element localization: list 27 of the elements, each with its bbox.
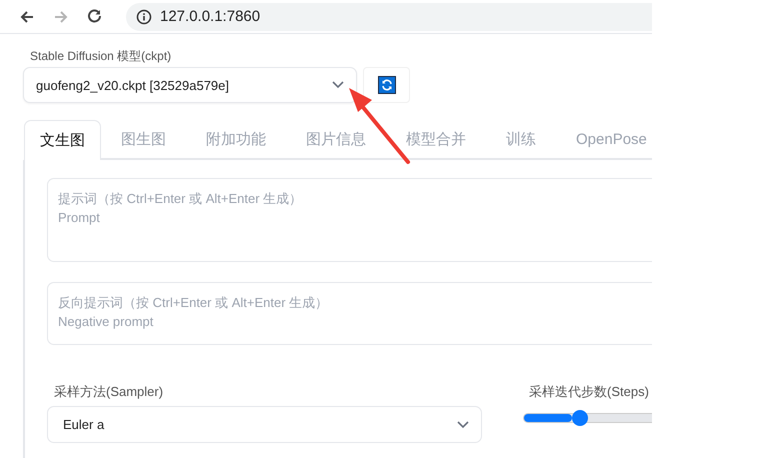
address-bar[interactable]: 127.0.0.1:7860 bbox=[126, 2, 652, 30]
tab[interactable]: OpenPose bbox=[556, 120, 648, 158]
tab[interactable]: 模型合并 bbox=[386, 120, 486, 158]
tab[interactable]: 图片信息 bbox=[286, 120, 386, 158]
sampler-label: 采样方法(Sampler) bbox=[54, 383, 164, 401]
chevron-down-icon bbox=[332, 81, 344, 89]
tab[interactable]: 附加功能 bbox=[186, 120, 286, 158]
reload-icon bbox=[86, 8, 104, 26]
chevron-down-icon bbox=[457, 420, 469, 428]
slider-thumb[interactable] bbox=[572, 410, 588, 426]
url-text: 127.0.0.1:7860 bbox=[160, 8, 260, 25]
sampler-dropdown[interactable]: Euler a bbox=[47, 406, 482, 443]
steps-slider[interactable] bbox=[523, 413, 652, 423]
prompt-label: 提示词（按 Ctrl+Enter 或 Alt+Enter 生成） bbox=[58, 190, 304, 208]
prompt-field[interactable]: Prompt bbox=[58, 208, 458, 230]
slider-fill bbox=[524, 414, 572, 422]
model-label: Stable Diffusion 模型(ckpt) bbox=[30, 48, 172, 65]
tab[interactable]: 图生图 bbox=[101, 120, 186, 158]
tab[interactable]: 文生图 bbox=[24, 120, 101, 160]
refresh-button[interactable] bbox=[363, 67, 410, 103]
tab[interactable]: 训练 bbox=[486, 120, 556, 158]
model-dropdown[interactable]: guofeng2_v20.ckpt [32529a579e] bbox=[23, 67, 357, 103]
info-icon bbox=[136, 8, 152, 24]
negative-prompt-field[interactable]: Negative prompt bbox=[58, 312, 458, 334]
steps-label: 采样迭代步数(Steps) bbox=[529, 383, 650, 401]
refresh-icon bbox=[378, 76, 396, 94]
negative-prompt-label: 反向提示词（按 Ctrl+Enter 或 Alt+Enter 生成） bbox=[58, 294, 330, 312]
